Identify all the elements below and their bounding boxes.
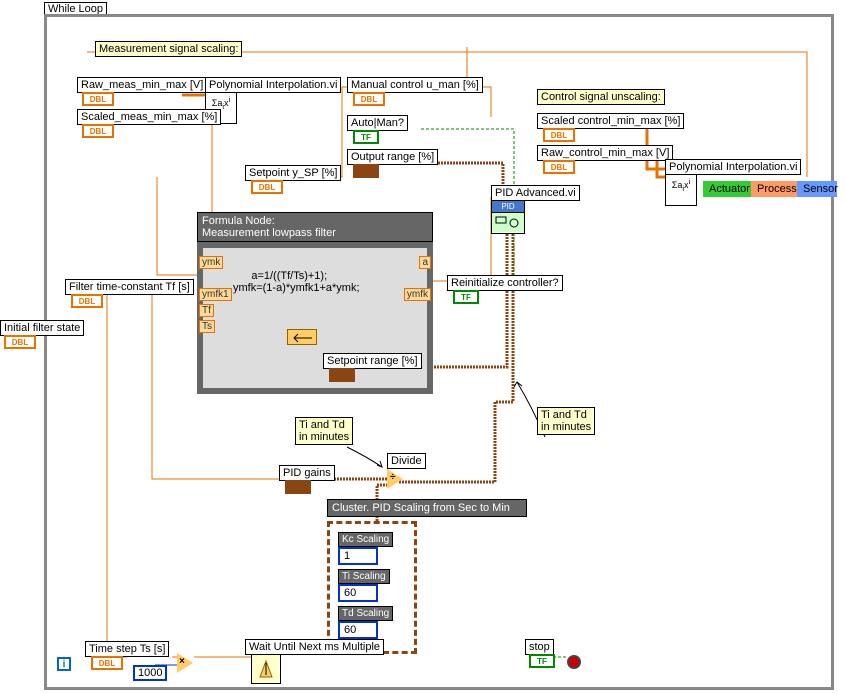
label-initial-filter: Initial filter state bbox=[0, 320, 84, 336]
vi-poly-interp-right[interactable]: Σaixi bbox=[665, 174, 697, 206]
pid-text: PID bbox=[492, 201, 524, 212]
annotation-ti-td-1: Ti and Td in minutes bbox=[295, 417, 353, 445]
block-process: Process bbox=[751, 181, 797, 197]
pid-body-icon bbox=[492, 212, 524, 232]
label-stop: stop bbox=[525, 639, 554, 655]
terminal-scaled-control[interactable]: DBL bbox=[543, 128, 575, 142]
cluster-ti-value[interactable]: 60 bbox=[338, 584, 378, 602]
terminal-auto-man[interactable]: TF bbox=[353, 130, 379, 144]
formula-in-ymfk1: ymfk1 bbox=[199, 288, 232, 301]
label-poly-interp-right: Polynomial Interpolation.vi bbox=[665, 159, 801, 175]
cluster-ti-label: Ti Scaling bbox=[338, 569, 390, 584]
label-time-step: Time step Ts [s] bbox=[85, 641, 169, 657]
formula-code: a=1/((Tf/Ts)+1); ymfk=(1-a)*ymfk1+a*ymk; bbox=[233, 270, 360, 294]
annotation-ti-td-2: Ti and Td in minutes bbox=[537, 407, 595, 435]
label-auto-man: Auto|Man? bbox=[347, 115, 408, 131]
cluster-td-label: Td Scaling bbox=[338, 606, 393, 621]
formula-title-1: Formula Node: bbox=[202, 215, 275, 227]
multiply-symbol: × bbox=[179, 656, 185, 667]
formula-title-2: Measurement lowpass filter bbox=[202, 227, 336, 239]
label-pid-adv: PID Advanced.vi bbox=[491, 185, 580, 201]
label-scaled-meas: Scaled_meas_min_max [%] bbox=[77, 109, 221, 125]
formula-in-ymk: ymk bbox=[199, 256, 223, 269]
cluster-kc-value[interactable]: 1 bbox=[338, 547, 378, 565]
terminal-initial-filter[interactable]: DBL bbox=[4, 335, 36, 349]
wait-vi-icon[interactable] bbox=[251, 654, 281, 684]
terminal-scaled-meas[interactable]: DBL bbox=[82, 124, 114, 138]
label-scaled-control: Scaled control_min_max [%] bbox=[537, 113, 684, 129]
feedback-node-icon[interactable] bbox=[287, 329, 317, 345]
label-reinit: Reinitialize controller? bbox=[447, 275, 563, 291]
terminal-stop[interactable]: TF bbox=[529, 654, 555, 668]
formula-out-a: a bbox=[419, 256, 431, 269]
formula-in-tf: Tf bbox=[199, 304, 214, 317]
loop-iteration-terminal[interactable]: i bbox=[57, 657, 71, 671]
label-control-unscaling: Control signal unscaling: bbox=[537, 89, 665, 105]
label-poly-interp-left: Polynomial Interpolation.vi bbox=[205, 77, 341, 93]
terminal-setpoint-range[interactable] bbox=[329, 368, 355, 382]
while-loop-structure[interactable]: Measurement signal scaling: Raw_meas_min… bbox=[44, 14, 834, 690]
constant-1000[interactable]: 1000 bbox=[133, 665, 167, 681]
label-pid-gains: PID gains bbox=[279, 465, 335, 481]
formula-out-ymfk: ymfk bbox=[404, 288, 431, 301]
terminal-raw-control[interactable]: DBL bbox=[543, 160, 575, 174]
cluster-td-value[interactable]: 60 bbox=[338, 621, 378, 639]
block-sensor: Sensor bbox=[797, 181, 837, 197]
label-raw-control: Raw_control_min_max [V] bbox=[537, 145, 673, 161]
cluster-title: Cluster. PID Scaling from Sec to Min bbox=[327, 499, 527, 517]
terminal-filter-tf[interactable]: DBL bbox=[71, 294, 103, 308]
label-setpoint-range: Setpoint range [%] bbox=[323, 353, 422, 369]
label-output-range: Output range [%] bbox=[347, 149, 438, 165]
terminal-manual-u[interactable]: DBL bbox=[353, 92, 385, 106]
label-wait-vi: Wait Until Next ms Multiple bbox=[245, 639, 384, 655]
cluster-pid-scaling[interactable]: Cluster. PID Scaling from Sec to Min Kc … bbox=[327, 499, 527, 654]
label-filter-tf: Filter time-constant Tf [s] bbox=[65, 279, 194, 295]
terminal-reinit[interactable]: TF bbox=[453, 290, 479, 304]
terminal-pid-gains[interactable] bbox=[285, 480, 311, 494]
label-measurement-scaling: Measurement signal scaling: bbox=[95, 41, 242, 57]
cluster-kc-label: Kc Scaling bbox=[338, 532, 393, 547]
loop-stop-condition-icon[interactable] bbox=[567, 655, 581, 669]
terminal-time-step[interactable]: DBL bbox=[91, 656, 123, 670]
label-raw-meas: Raw_meas_min_max [V] bbox=[77, 77, 207, 93]
terminal-setpoint[interactable]: DBL bbox=[251, 180, 283, 194]
vi-pid-advanced[interactable]: PID bbox=[491, 200, 525, 234]
divide-symbol: ÷ bbox=[390, 472, 396, 483]
label-divide: Divide bbox=[387, 453, 426, 469]
formula-node-title: Formula Node: Measurement lowpass filter bbox=[197, 212, 433, 242]
terminal-output-range[interactable] bbox=[353, 164, 379, 178]
metronome-icon bbox=[256, 659, 276, 679]
formula-in-ts: Ts bbox=[199, 320, 215, 333]
terminal-raw-meas[interactable]: DBL bbox=[82, 92, 114, 106]
block-actuator: Actuator bbox=[703, 181, 751, 197]
formula-node-body[interactable]: a=1/((Tf/Ts)+1); ymfk=(1-a)*ymfk1+a*ymk;… bbox=[197, 242, 433, 394]
label-setpoint: Setpoint y_SP [%] bbox=[245, 165, 341, 181]
label-manual-u: Manual control u_man [%] bbox=[347, 77, 483, 93]
